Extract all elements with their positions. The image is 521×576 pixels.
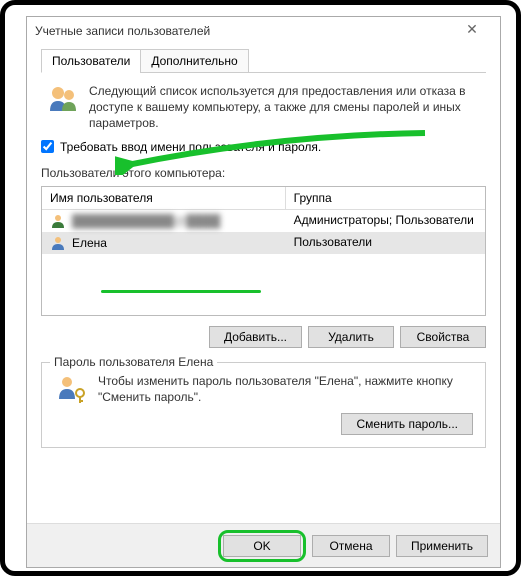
cancel-button[interactable]: Отмена bbox=[312, 535, 390, 557]
description-row: Следующий список используется для предос… bbox=[41, 83, 486, 132]
description-text: Следующий список используется для предос… bbox=[89, 83, 486, 132]
user-key-icon bbox=[56, 373, 88, 405]
close-icon[interactable]: ✕ bbox=[452, 21, 492, 41]
require-login-input[interactable] bbox=[41, 140, 54, 153]
dialog-button-bar: OK Отмена Применить bbox=[27, 523, 500, 567]
password-text: Чтобы изменить пароль пользователя "Елен… bbox=[98, 373, 473, 405]
table-row[interactable]: ████████████@████ Администраторы; Пользо… bbox=[42, 210, 485, 232]
user-buttons-row: Добавить... Удалить Свойства bbox=[41, 326, 486, 348]
col-username[interactable]: Имя пользователя bbox=[42, 187, 286, 209]
add-button[interactable]: Добавить... bbox=[209, 326, 302, 348]
tab-strip: Пользователи Дополнительно bbox=[41, 49, 486, 73]
password-fieldset: Пароль пользователя Елена Чтобы изменить… bbox=[41, 362, 486, 448]
users-table[interactable]: Имя пользователя Группа ████████████@███… bbox=[41, 186, 486, 316]
group-cell: Администраторы; Пользователи bbox=[286, 212, 485, 230]
window-title: Учетные записи пользователей bbox=[35, 24, 452, 38]
users-list-label: Пользователи этого компьютера: bbox=[41, 166, 486, 180]
group-cell: Пользователи bbox=[286, 234, 485, 252]
ok-highlight: OK bbox=[218, 530, 306, 562]
password-legend: Пароль пользователя Елена bbox=[50, 355, 217, 369]
user-icon bbox=[50, 213, 66, 229]
remove-button[interactable]: Удалить bbox=[308, 326, 394, 348]
tab-advanced[interactable]: Дополнительно bbox=[140, 49, 248, 73]
table-header: Имя пользователя Группа bbox=[42, 187, 485, 210]
user-accounts-dialog: Учетные записи пользователей ✕ Пользоват… bbox=[26, 16, 501, 568]
require-login-checkbox[interactable]: Требовать ввод имени пользователя и паро… bbox=[41, 140, 486, 154]
require-login-label: Требовать ввод имени пользователя и паро… bbox=[60, 140, 321, 154]
apply-button[interactable]: Применить bbox=[396, 535, 488, 557]
username-cell: Елена bbox=[72, 236, 107, 250]
ok-button[interactable]: OK bbox=[223, 535, 301, 557]
change-password-button[interactable]: Сменить пароль... bbox=[341, 413, 473, 435]
titlebar[interactable]: Учетные записи пользователей ✕ bbox=[27, 17, 500, 45]
user-icon bbox=[50, 235, 66, 251]
username-cell: ████████████@████ bbox=[72, 214, 220, 228]
users-icon bbox=[47, 83, 79, 115]
annotation-underline bbox=[101, 290, 261, 293]
col-group[interactable]: Группа bbox=[286, 187, 485, 209]
tab-users[interactable]: Пользователи bbox=[41, 49, 141, 73]
content-area: Пользователи Дополнительно Следующий спи… bbox=[27, 45, 500, 458]
properties-button[interactable]: Свойства bbox=[400, 326, 486, 348]
table-row[interactable]: Елена Пользователи bbox=[42, 232, 485, 254]
